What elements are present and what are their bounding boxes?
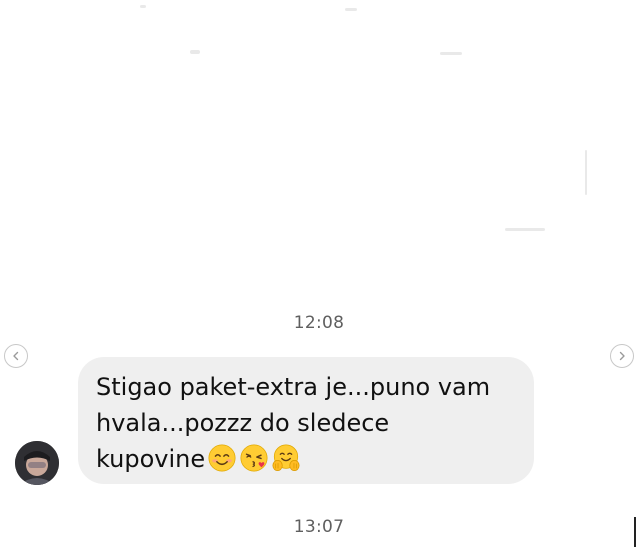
- face-blowing-kiss-icon: [240, 444, 268, 472]
- previous-arrow-button[interactable]: [4, 344, 28, 368]
- message-bubble[interactable]: Stigao paket-extra je...puno vam hvala..…: [78, 357, 534, 484]
- message-line: hvala...pozzz do sledece: [96, 409, 390, 437]
- smiling-face-icon: [208, 444, 236, 472]
- hugging-face-icon: [272, 444, 300, 472]
- message-text: Stigao paket-extra je...puno vam hvala..…: [96, 369, 518, 477]
- next-arrow-button[interactable]: [610, 344, 634, 368]
- faint-mark: [140, 5, 146, 8]
- message-timestamp: 13:07: [293, 517, 345, 537]
- avatar[interactable]: [15, 441, 59, 485]
- chevron-left-icon: [13, 351, 19, 361]
- faint-mark: [190, 50, 200, 54]
- scroll-edge: [634, 517, 636, 547]
- message-timestamp: 12:08: [293, 313, 345, 333]
- faint-mark: [345, 8, 357, 11]
- chevron-right-icon: [619, 351, 625, 361]
- message-line: Stigao paket-extra je...puno vam: [96, 373, 491, 401]
- message-line: kupovine: [96, 445, 206, 473]
- emoji-group: [207, 443, 301, 473]
- chat-screen: 12:08 Stigao paket-extra je...puno vam h…: [0, 0, 638, 557]
- faint-mark: [440, 52, 462, 55]
- faint-mark: [505, 228, 545, 231]
- faint-mark: [585, 150, 587, 195]
- profile-photo-icon: [15, 441, 59, 485]
